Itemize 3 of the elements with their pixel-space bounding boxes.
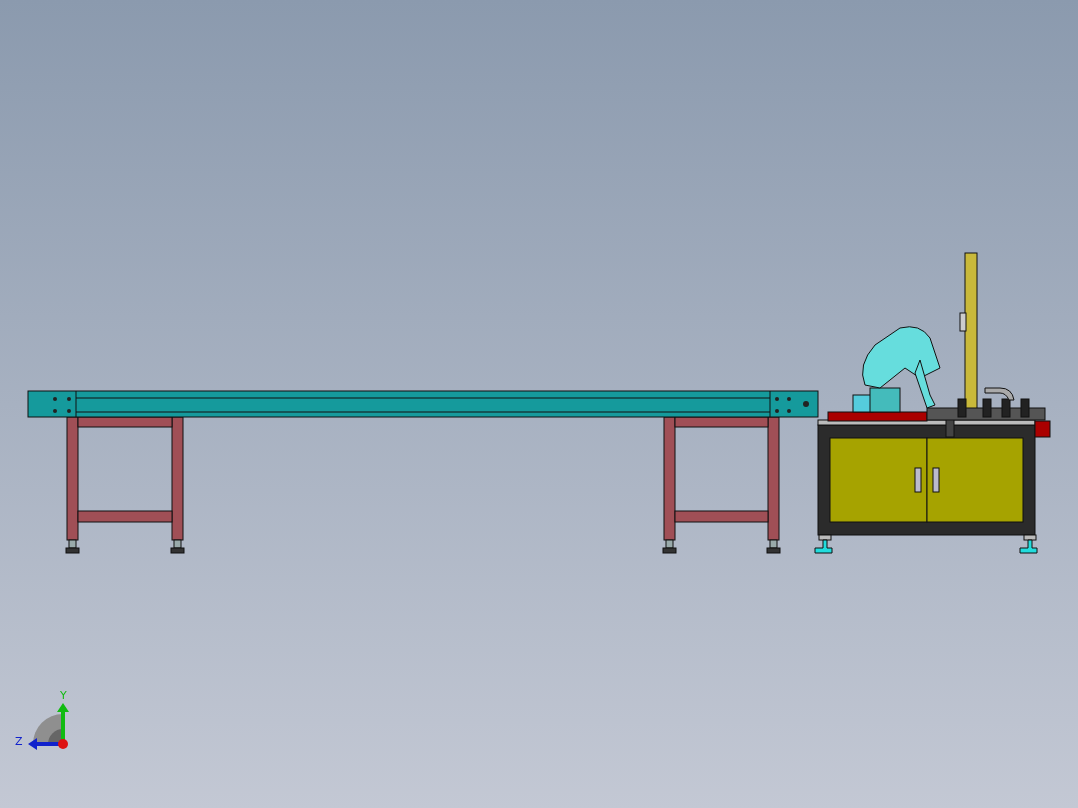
axis-label: Y — [60, 689, 67, 702]
axis-label: Z — [15, 735, 23, 748]
axis-triad-icon — [28, 703, 69, 750]
